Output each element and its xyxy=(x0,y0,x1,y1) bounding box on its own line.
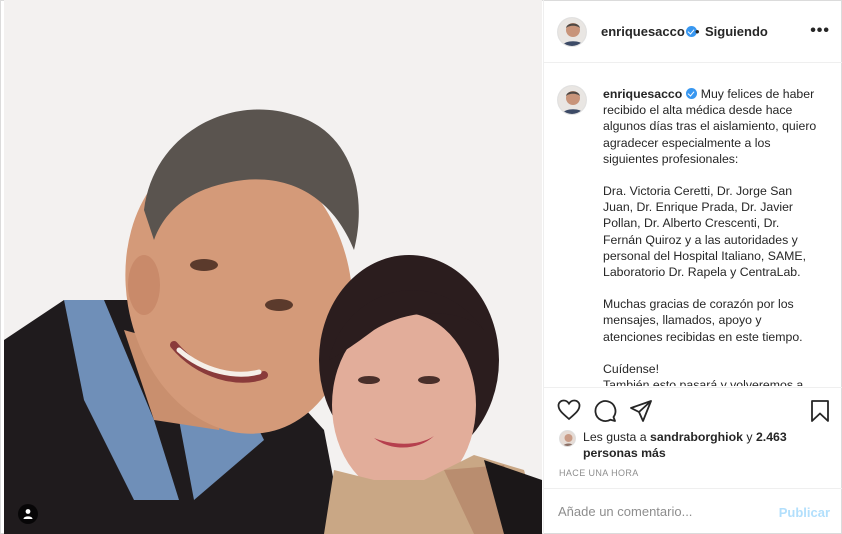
post-header: enriquesacco • Siguiendo ••• xyxy=(544,0,842,63)
more-options-icon[interactable]: ••• xyxy=(810,22,830,40)
caption-paragraph-4a: Cuídense! xyxy=(603,361,660,376)
caption-area: enriquesacco Muy felices de haber recibi… xyxy=(544,64,842,386)
caption-verified-badge-icon xyxy=(686,88,698,99)
user-tag-icon[interactable] xyxy=(18,504,38,524)
caption-username[interactable]: enriquesacco xyxy=(603,87,682,101)
post-photo[interactable] xyxy=(4,0,542,534)
post-actions: Les gusta a sandraborghiok y 2.463 perso… xyxy=(544,387,842,534)
caption-paragraph-4b: También esto pasará y volveremos a xyxy=(603,378,804,386)
likes-conjunction: y xyxy=(746,430,753,444)
header-separator: • xyxy=(695,24,700,39)
photo-illustration xyxy=(4,0,542,534)
comment-icon[interactable] xyxy=(593,399,617,428)
liker-username[interactable]: sandraborghiok xyxy=(650,430,743,444)
heart-icon[interactable] xyxy=(557,399,581,426)
author-username[interactable]: enriquesacco xyxy=(601,24,685,39)
caption-author-avatar[interactable] xyxy=(557,85,587,115)
following-button[interactable]: Siguiendo xyxy=(705,24,768,39)
caption-paragraph-2: Dra. Victoria Ceretti, Dr. Jorge San Jua… xyxy=(603,184,807,280)
post-timestamp[interactable]: HACE UNA HORA xyxy=(559,468,639,478)
post-side-panel: enriquesacco • Siguiendo ••• enriquesacc… xyxy=(543,0,842,534)
caption-paragraph-3: Muchas gracias de corazón por los mensaj… xyxy=(603,297,803,344)
share-icon[interactable] xyxy=(629,399,653,428)
comment-box: Publicar xyxy=(544,488,842,534)
bookmark-icon[interactable] xyxy=(810,399,830,428)
post-caption: enriquesacco Muy felices de haber recibi… xyxy=(603,86,817,386)
comment-input[interactable] xyxy=(558,504,758,519)
author-avatar[interactable] xyxy=(557,17,587,47)
publish-button[interactable]: Publicar xyxy=(779,505,830,520)
likes-prefix: Les gusta a xyxy=(583,430,647,444)
likes-summary: Les gusta a sandraborghiok y 2.463 perso… xyxy=(559,429,829,461)
liker-avatar[interactable] xyxy=(559,430,576,447)
